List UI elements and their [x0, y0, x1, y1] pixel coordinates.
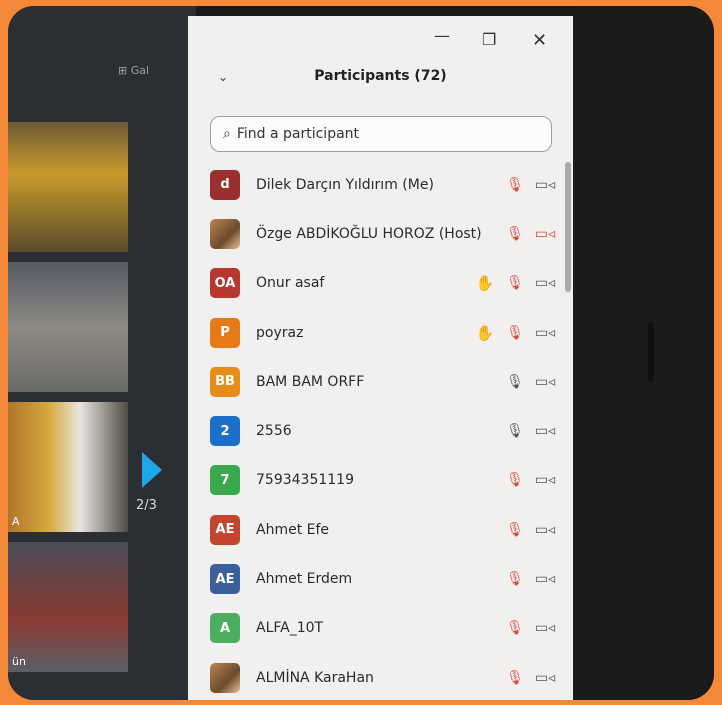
camera-icon[interactable]: ▭◃ — [534, 670, 556, 686]
camera-icon[interactable]: ▭◃ — [534, 275, 556, 291]
participant-row[interactable]: Ppoyraz ✋ 🎙 ▭◃ — [210, 308, 560, 357]
mic-icon[interactable]: 🎙 — [504, 423, 526, 439]
participant-name: ALMİNA KaraHan — [256, 669, 374, 686]
participant-list: d Dilek Darçın Yıldırım (Me) 🎙 ▭◃ Özge ABDİK… — [210, 160, 560, 700]
camera-icon[interactable]: ▭◃ — [534, 325, 556, 341]
participant-row[interactable]: A ALFA_10T 🎙 ▭◃ — [210, 604, 560, 653]
video-tile[interactable]: ün — [8, 542, 128, 672]
avatar: 2 — [210, 416, 240, 447]
participant-row[interactable]: BB BAM BAM ORFF 🎙 ▭◃ — [210, 357, 560, 406]
avatar — [210, 218, 240, 249]
search-icon: ⌕ — [223, 126, 231, 142]
avatar: d — [210, 169, 240, 200]
mic-muted-icon[interactable]: 🎙 — [504, 620, 526, 636]
gallery-view-label[interactable]: ⊞ Gal — [118, 64, 149, 77]
device-frame: ⊞ Gal A ün 2/3 — ❐ ✕ ⌄ Participants (72)… — [8, 6, 714, 700]
participant-name: Dilek Darçın Yıldırım (Me) — [256, 176, 434, 193]
close-button[interactable]: ✕ — [532, 30, 547, 51]
participant-row[interactable]: AE Ahmet Erdem 🎙 ▭◃ — [210, 554, 560, 603]
participant-name: Ahmet Efe — [256, 521, 330, 538]
participant-status-icons: 🎙 ▭◃ — [504, 604, 556, 653]
camera-icon[interactable]: ▭◃ — [534, 374, 556, 390]
participant-status-icons: 🎙 ▭◃ — [504, 406, 556, 455]
raised-hand-icon: ✋ — [475, 323, 495, 342]
raised-hand-icon: ✋ — [475, 274, 495, 293]
search-input[interactable]: ⌕ Find a participant — [210, 116, 552, 152]
participant-status-icons: ✋ 🎙 ▭◃ — [474, 308, 556, 357]
participant-row[interactable]: Özge ABDİKOĞLU HOROZ (Host) 🎙 ▭◃ — [210, 209, 560, 258]
mic-muted-icon[interactable]: 🎙 — [504, 670, 526, 686]
restore-button[interactable]: ❐ — [482, 30, 496, 49]
participants-panel: — ❐ ✕ ⌄ Participants (72) ⌕ Find a parti… — [188, 16, 573, 700]
participant-status-icons: 🎙 ▭◃ — [504, 505, 556, 554]
avatar: P — [210, 317, 240, 348]
video-tile[interactable] — [8, 262, 128, 392]
camera-icon[interactable]: ▭◃ — [534, 571, 556, 587]
mic-muted-icon[interactable]: 🎙 — [504, 275, 526, 291]
next-page-arrow-icon[interactable] — [142, 452, 162, 488]
video-tile[interactable] — [8, 122, 128, 252]
participant-status-icons: 🎙 ▭◃ — [504, 554, 556, 603]
camera-icon[interactable]: ▭◃ — [534, 620, 556, 636]
mic-muted-icon[interactable]: 🎙 — [504, 472, 526, 488]
participant-status-icons: ✋ 🎙 ▭◃ — [474, 259, 556, 308]
minimize-button[interactable]: — — [434, 26, 450, 45]
participant-status-icons: 🎙 ▭◃ — [504, 209, 556, 258]
participant-row[interactable]: d Dilek Darçın Yıldırım (Me) 🎙 ▭◃ — [210, 160, 560, 209]
avatar: AE — [210, 564, 240, 595]
panel-title: Participants (72) — [314, 68, 447, 84]
device-side-button — [648, 322, 654, 382]
participant-name: 2556 — [256, 423, 292, 440]
video-gallery: ⊞ Gal A ün 2/3 — [8, 6, 196, 700]
mic-muted-icon[interactable]: 🎙 — [504, 325, 526, 341]
page-indicator: 2/3 — [136, 498, 157, 513]
participant-row[interactable]: AE Ahmet Efe 🎙 ▭◃ — [210, 505, 560, 554]
mic-muted-icon[interactable]: 🎙 — [504, 522, 526, 538]
search-placeholder: Find a participant — [236, 126, 360, 142]
avatar: A — [210, 613, 240, 644]
avatar: AE — [210, 514, 240, 545]
mic-icon[interactable]: 🎙 — [504, 374, 526, 390]
avatar — [210, 662, 240, 693]
participant-name: Ahmet Erdem — [256, 571, 353, 588]
mic-muted-icon[interactable]: 🎙 — [504, 571, 526, 587]
scrollbar[interactable] — [565, 162, 571, 292]
camera-icon[interactable]: ▭◃ — [534, 177, 556, 193]
camera-icon[interactable]: ▭◃ — [534, 423, 556, 439]
participant-status-icons: 🎙 ▭◃ — [504, 653, 556, 700]
participant-name: 75934351119 — [256, 472, 354, 489]
mic-muted-icon[interactable]: 🎙 — [504, 177, 526, 193]
device-bezel — [573, 6, 714, 700]
participant-row[interactable]: ALMİNA KaraHan 🎙 ▭◃ — [210, 653, 560, 700]
participant-status-icons: 🎙 ▭◃ — [504, 160, 556, 209]
camera-icon[interactable]: ▭◃ — [534, 472, 556, 488]
participant-name: Özge ABDİKOĞLU HOROZ (Host) — [256, 225, 482, 242]
camera-icon[interactable]: ▭◃ — [534, 522, 556, 538]
video-tile-caption: A — [12, 515, 20, 528]
mic-muted-icon[interactable]: 🎙 — [504, 226, 526, 242]
participant-name: poyraz — [256, 324, 304, 341]
participant-row[interactable]: 7 75934351119 🎙 ▭◃ — [210, 456, 560, 505]
camera-off-icon[interactable]: ▭◃ — [534, 226, 556, 242]
participant-row[interactable]: OA Onur asaf ✋ 🎙 ▭◃ — [210, 259, 560, 308]
participant-status-icons: 🎙 ▭◃ — [504, 456, 556, 505]
participant-name: Onur asaf — [256, 275, 325, 292]
participant-name: BAM BAM ORFF — [256, 373, 365, 390]
participant-name: ALFA_10T — [256, 620, 324, 637]
video-tile-caption: ün — [12, 655, 26, 668]
participant-row[interactable]: 2 2556 🎙 ▭◃ — [210, 406, 560, 455]
participant-status-icons: 🎙 ▭◃ — [504, 357, 556, 406]
avatar: OA — [210, 268, 240, 299]
video-tile[interactable]: A — [8, 402, 128, 532]
avatar: 7 — [210, 465, 240, 496]
avatar: BB — [210, 366, 240, 397]
